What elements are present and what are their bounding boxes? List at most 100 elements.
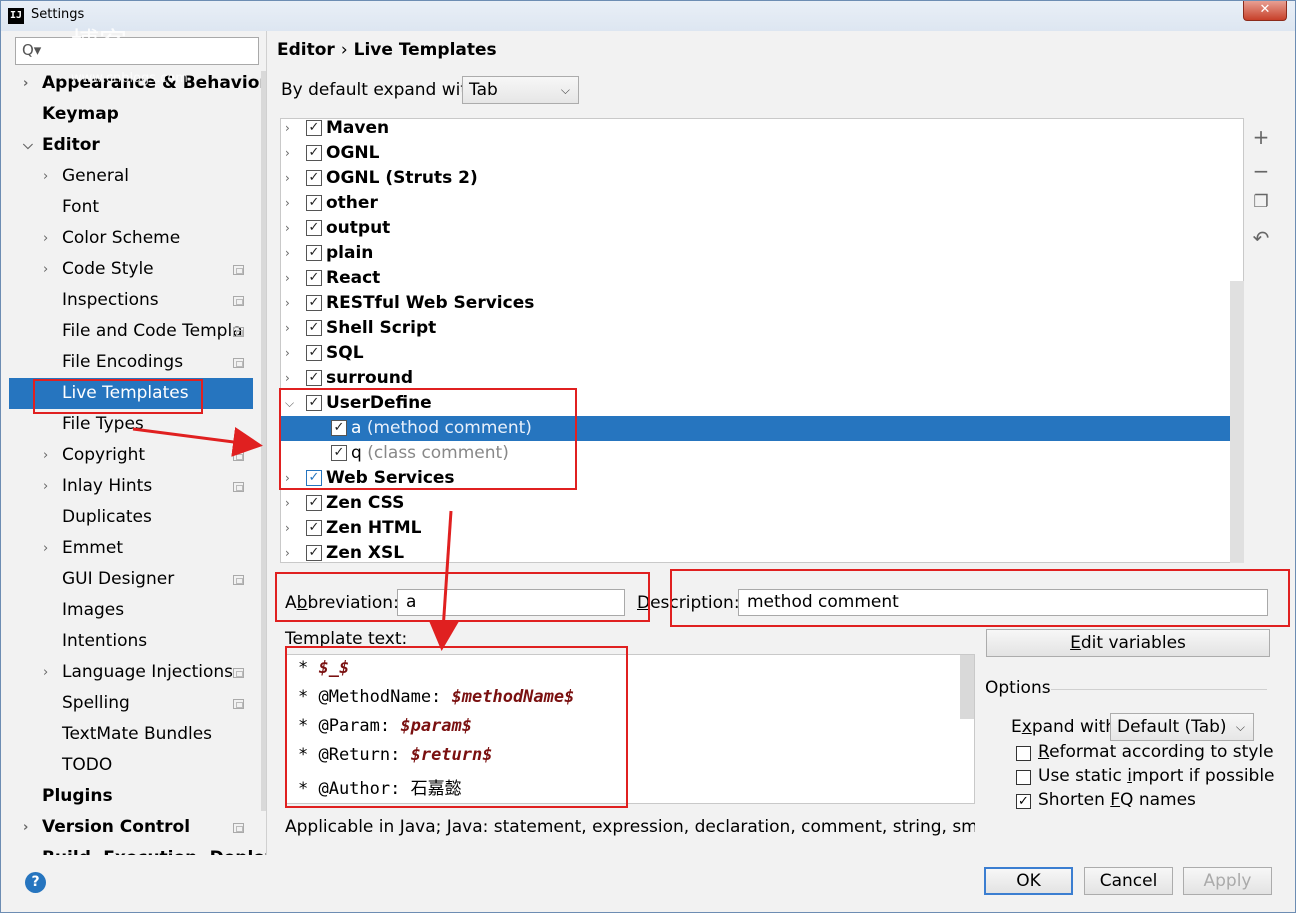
checkbox[interactable]: ✓ xyxy=(306,120,322,136)
chevron-right-icon[interactable]: › xyxy=(43,657,48,688)
sidebar-item-emmet[interactable]: › Emmet xyxy=(9,533,253,564)
template-group-row[interactable]: › ✓ Zen CSS xyxy=(281,491,1243,516)
sidebar-item-file-and-code-templa[interactable]: File and Code Templa xyxy=(9,316,253,347)
option-checkbox-label[interactable]: Use static import if possible xyxy=(1038,766,1275,786)
chevron-right-icon[interactable]: › xyxy=(285,291,290,316)
template-group-row[interactable]: › ✓ other xyxy=(281,191,1243,216)
sidebar-item-images[interactable]: Images xyxy=(9,595,253,626)
checkbox[interactable]: ✓ xyxy=(306,320,322,336)
template-text-editor[interactable]: * $_$ * @MethodName: $methodName$ * @Param… xyxy=(285,654,975,804)
checkbox[interactable]: ✓ xyxy=(331,420,347,436)
chevron-right-icon[interactable]: › xyxy=(285,266,290,291)
checkbox[interactable]: ✓ xyxy=(306,495,322,511)
help-icon[interactable]: ? xyxy=(25,872,46,893)
chevron-right-icon[interactable]: › xyxy=(43,254,48,285)
checkbox[interactable]: ✓ xyxy=(306,145,322,161)
checkbox[interactable]: ✓ xyxy=(306,245,322,261)
chevron-right-icon[interactable]: › xyxy=(285,491,290,516)
sidebar-item-file-types[interactable]: File Types xyxy=(9,409,253,440)
tree-scrollbar[interactable] xyxy=(1230,281,1244,563)
close-button[interactable]: ✕ xyxy=(1243,1,1287,21)
sidebar-item-color-scheme[interactable]: › Color Scheme xyxy=(9,223,253,254)
chevron-right-icon[interactable]: › xyxy=(285,191,290,216)
chevron-right-icon[interactable]: › xyxy=(285,166,290,191)
option-checkbox-label[interactable]: Shorten FQ names xyxy=(1038,790,1196,810)
sidebar-item-plugins[interactable]: Plugins xyxy=(9,781,253,812)
checkbox[interactable]: ✓ xyxy=(306,195,322,211)
chevron-down-icon[interactable]: ⌵ xyxy=(23,130,33,161)
chevron-right-icon[interactable]: › xyxy=(23,68,28,99)
editor-scrollbar[interactable] xyxy=(960,655,974,719)
checkbox[interactable]: ✓ xyxy=(306,370,322,386)
sidebar-item-duplicates[interactable]: Duplicates xyxy=(9,502,253,533)
sidebar-item-inlay-hints[interactable]: › Inlay Hints xyxy=(9,471,253,502)
template-group-row[interactable]: › ✓ Maven xyxy=(281,119,1243,141)
sidebar-item-font[interactable]: Font xyxy=(9,192,253,223)
sidebar-item-spelling[interactable]: Spelling xyxy=(9,688,253,719)
option-checkbox-label[interactable]: Reformat according to style xyxy=(1038,742,1274,762)
chevron-right-icon[interactable]: › xyxy=(43,533,48,564)
sidebar-item-language-injections[interactable]: › Language Injections xyxy=(9,657,253,688)
chevron-right-icon[interactable]: › xyxy=(285,141,290,166)
sidebar-item-editor[interactable]: ⌵ Editor xyxy=(9,130,253,161)
checkbox[interactable]: ✓ xyxy=(306,170,322,186)
cancel-button[interactable]: Cancel xyxy=(1084,867,1173,895)
checkbox[interactable]: ✓ xyxy=(306,520,322,536)
chevron-right-icon[interactable]: › xyxy=(43,440,48,471)
option-checkbox[interactable] xyxy=(1016,746,1031,761)
sidebar-item-version-control[interactable]: › Version Control xyxy=(9,812,253,843)
sidebar-item-file-encodings[interactable]: File Encodings xyxy=(9,347,253,378)
checkbox[interactable]: ✓ xyxy=(306,295,322,311)
template-group-row[interactable]: › ✓ React xyxy=(281,266,1243,291)
sidebar-item-intentions[interactable]: Intentions xyxy=(9,626,253,657)
template-group-row[interactable]: › ✓ Web Services xyxy=(281,466,1243,491)
description-input[interactable]: method comment xyxy=(738,589,1268,616)
template-group-row[interactable]: › ✓ SQL xyxy=(281,341,1243,366)
remove-template-icon[interactable]: − xyxy=(1251,159,1271,183)
sidebar-item-general[interactable]: › General xyxy=(9,161,253,192)
template-group-row[interactable]: › ✓ Shell Script xyxy=(281,316,1243,341)
checkbox[interactable]: ✓ xyxy=(306,470,322,486)
chevron-right-icon[interactable]: › xyxy=(285,366,290,391)
checkbox[interactable]: ✓ xyxy=(306,345,322,361)
chevron-right-icon[interactable]: › xyxy=(43,161,48,192)
sidebar-item-code-style[interactable]: › Code Style xyxy=(9,254,253,285)
sidebar-item-copyright[interactable]: › Copyright xyxy=(9,440,253,471)
sidebar-item-gui-designer[interactable]: GUI Designer xyxy=(9,564,253,595)
chevron-right-icon[interactable]: › xyxy=(285,241,290,266)
sidebar-item-live-templates[interactable]: Live Templates xyxy=(9,378,253,409)
copy-template-icon[interactable]: ❐ xyxy=(1251,192,1271,212)
apply-button[interactable]: Apply xyxy=(1183,867,1272,895)
template-group-row[interactable]: › ✓ OGNL (Struts 2) xyxy=(281,166,1243,191)
option-checkbox[interactable]: ✓ xyxy=(1016,794,1031,809)
sidebar-item-todo[interactable]: TODO xyxy=(9,750,253,781)
ok-button[interactable]: OK xyxy=(984,867,1073,895)
template-group-row[interactable]: › ✓ RESTful Web Services xyxy=(281,291,1243,316)
sidebar-item-inspections[interactable]: Inspections xyxy=(9,285,253,316)
chevron-right-icon[interactable]: › xyxy=(43,471,48,502)
checkbox[interactable]: ✓ xyxy=(306,395,322,411)
sidebar-item-textmate-bundles[interactable]: TextMate Bundles xyxy=(9,719,253,750)
template-group-row[interactable]: › ✓ OGNL xyxy=(281,141,1243,166)
checkbox[interactable]: ✓ xyxy=(306,220,322,236)
chevron-right-icon[interactable]: › xyxy=(285,466,290,491)
checkbox[interactable]: ✓ xyxy=(306,270,322,286)
option-checkbox[interactable] xyxy=(1016,770,1031,785)
template-group-row[interactable]: › ✓ plain xyxy=(281,241,1243,266)
settings-search-input[interactable]: Q▾ xyxy=(15,37,259,65)
chevron-right-icon[interactable]: › xyxy=(43,223,48,254)
checkbox[interactable]: ✓ xyxy=(331,445,347,461)
expand-with-select[interactable]: Default (Tab) ⌵ xyxy=(1110,713,1254,741)
chevron-right-icon[interactable]: › xyxy=(23,812,28,843)
template-row[interactable]: ✓ q (class comment) xyxy=(281,441,1243,466)
chevron-right-icon[interactable]: › xyxy=(23,843,28,855)
checkbox[interactable]: ✓ xyxy=(306,545,322,561)
sidebar-item-build-execution-deployment[interactable]: › Build, Execution, Deployment xyxy=(9,843,266,855)
chevron-down-icon[interactable]: ⌵ xyxy=(285,391,294,416)
chevron-right-icon[interactable]: › xyxy=(285,119,290,141)
chevron-right-icon[interactable]: › xyxy=(285,216,290,241)
template-group-row[interactable]: › ✓ output xyxy=(281,216,1243,241)
default-expand-select[interactable]: Tab ⌵ xyxy=(462,76,579,104)
breadcrumb-parent[interactable]: Editor xyxy=(277,40,335,60)
chevron-right-icon[interactable]: › xyxy=(285,516,290,541)
